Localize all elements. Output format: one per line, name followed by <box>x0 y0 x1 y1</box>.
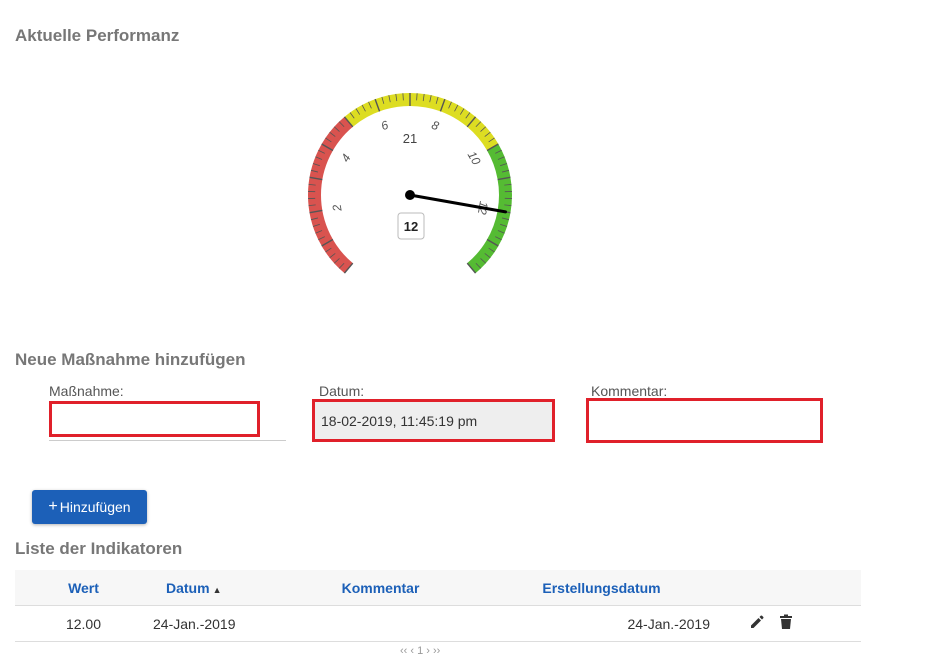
gauge-needle-hub <box>405 190 415 200</box>
gauge-tick-label: 8 <box>430 118 441 134</box>
performance-gauge: 24681012 21 12 <box>295 80 525 295</box>
column-header-kommentar[interactable]: Kommentar <box>292 570 469 606</box>
gauge-tick-label: 4 <box>338 151 354 164</box>
gauge-tick-label: 6 <box>379 118 390 134</box>
gauge-center-label: 21 <box>403 131 417 146</box>
gauge-tick-label: 2 <box>330 203 345 213</box>
cell-erstellungsdatum: 24-Jan.-2019 <box>469 606 734 642</box>
performance-title: Aktuelle Performanz <box>15 26 179 46</box>
table-header-row: Wert Datum▲ Kommentar Erstellungsdatum <box>15 570 861 606</box>
cell-kommentar <box>292 606 469 642</box>
comment-input[interactable] <box>586 398 823 443</box>
column-header-erstellungsdatum[interactable]: Erstellungsdatum <box>469 570 734 606</box>
indicator-table: Wert Datum▲ Kommentar Erstellungsdatum 1… <box>15 570 861 642</box>
gauge-value-label: 12 <box>404 219 418 234</box>
pagination[interactable]: ‹‹ ‹ 1 › ›› <box>400 645 440 657</box>
measure-input[interactable] <box>49 401 260 437</box>
measure-label: Maßnahme: <box>49 383 124 399</box>
gauge-color-band <box>315 100 506 269</box>
column-header-label: Wert <box>68 580 99 596</box>
column-header-actions <box>734 570 861 606</box>
sort-ascending-icon: ▲ <box>213 585 222 595</box>
delete-trash-icon[interactable] <box>779 614 793 633</box>
measure-underline <box>49 440 286 441</box>
gauge-zone-0 <box>315 122 349 268</box>
column-header-label: Datum <box>166 580 210 596</box>
column-header-label: Erstellungsdatum <box>542 580 660 596</box>
gauge-minor-ticks <box>308 93 512 273</box>
column-header-datum[interactable]: Datum▲ <box>152 570 292 606</box>
gauge-zone-1 <box>349 100 493 148</box>
add-measure-title: Neue Maßnahme hinzufügen <box>15 350 245 370</box>
indicator-list-title: Liste der Indikatoren <box>15 539 182 559</box>
table-row: 12.00 24-Jan.-2019 24-Jan.-2019 <box>15 606 861 642</box>
column-header-label: Kommentar <box>342 580 420 596</box>
add-button-label: Hinzufügen <box>60 499 131 515</box>
date-label: Datum: <box>319 383 364 399</box>
plus-icon: + <box>48 498 57 516</box>
edit-pencil-icon[interactable] <box>749 614 765 633</box>
gauge-tick-label: 10 <box>465 149 484 168</box>
column-header-wert[interactable]: Wert <box>15 570 152 606</box>
add-button[interactable]: + Hinzufügen <box>32 490 147 524</box>
cell-actions <box>734 606 861 642</box>
cell-datum: 24-Jan.-2019 <box>152 606 292 642</box>
cell-wert: 12.00 <box>15 606 152 642</box>
date-input[interactable] <box>312 399 555 442</box>
comment-label: Kommentar: <box>591 383 667 399</box>
